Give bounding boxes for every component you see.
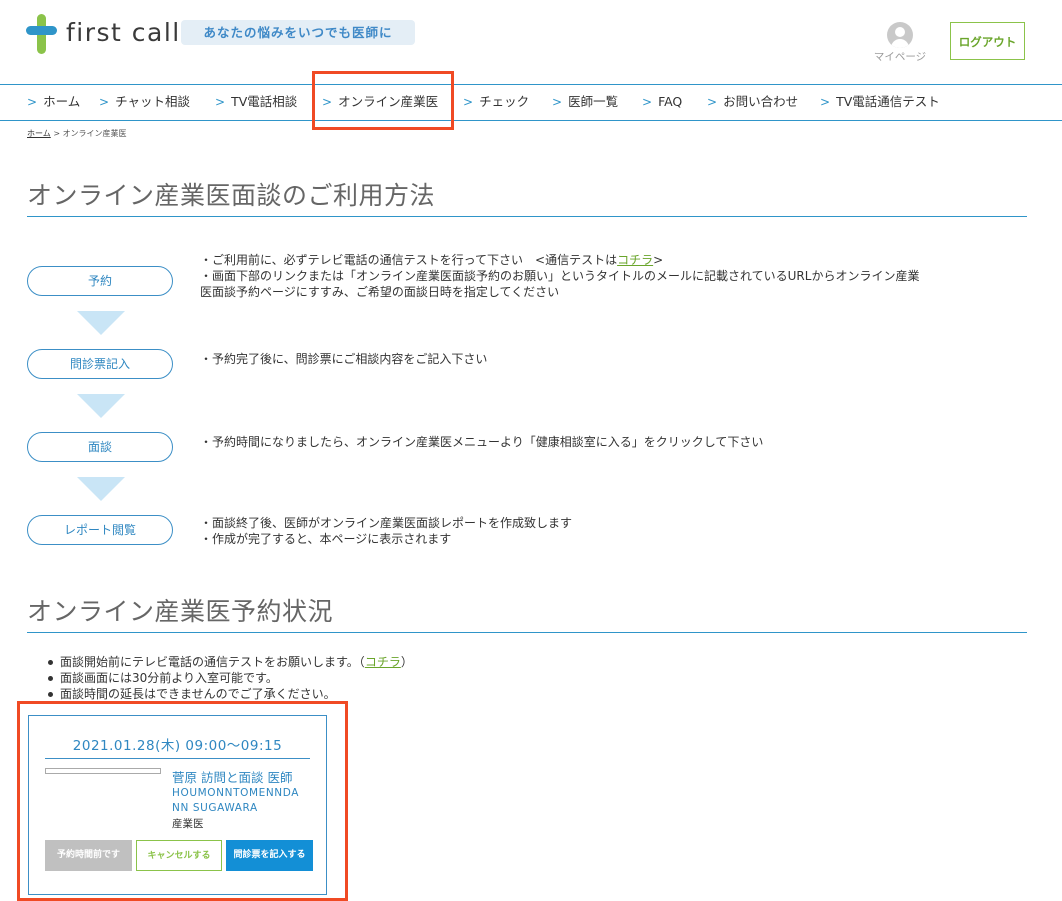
logo-icon[interactable] <box>26 14 58 54</box>
nav-highlight-box <box>312 71 454 130</box>
chevron-right-icon: > <box>215 95 226 109</box>
step-desc-line: ・画面下部のリンクまたは「オンライン産業医面談予約のお願い」というタイトルのメー… <box>200 269 920 283</box>
step-desc-line: ・ご利用前に、必ずテレビ電話の通信テストを行って下さい <通信テストはコチラ> <box>200 252 960 268</box>
nav-item-check[interactable]: > チェック <box>463 92 529 112</box>
connection-test-link[interactable]: コチラ <box>617 253 653 267</box>
breadcrumb-separator: > <box>53 129 61 138</box>
breadcrumb-home-link[interactable]: ホーム <box>27 129 51 138</box>
nav-item-label: チェック <box>479 94 530 109</box>
step-arrow-down-icon <box>77 394 125 418</box>
nav-item-contact[interactable]: > お問い合わせ <box>707 92 798 112</box>
nav-item-label: FAQ <box>658 94 683 109</box>
logo-text[interactable]: first call <box>66 18 181 47</box>
step-interview-button[interactable]: 面談 <box>27 432 173 462</box>
reservations-section-title: オンライン産業医予約状況 <box>27 597 334 626</box>
step-arrow-down-icon <box>77 311 125 335</box>
reservations-section-divider <box>27 632 1027 633</box>
note-text: 面談画面には30分前より入室可能です。 <box>60 671 278 685</box>
tagline: あなたの悩みをいつでも医師に <box>181 20 415 45</box>
step-desc-text: ・ご利用前に、必ずテレビ電話の通信テストを行って下さい <通信テストは <box>200 253 618 267</box>
usage-section-title: オンライン産業医面談のご利用方法 <box>27 181 436 210</box>
nav-item-tv-test[interactable]: > TV電話通信テスト <box>820 92 940 112</box>
bullet-icon <box>48 692 53 697</box>
nav-top-divider <box>0 84 1062 85</box>
list-item: 面談時間の延長はできませんのでご了承ください。 <box>48 686 413 702</box>
chevron-right-icon: > <box>707 95 718 109</box>
step-desc-line: 医面談予約ページにすすみ、ご希望の面談日時を指定してください <box>200 285 560 299</box>
chevron-right-icon: > <box>463 95 474 109</box>
step-reserve-button[interactable]: 予約 <box>27 266 173 296</box>
nav-item-tv-consult[interactable]: > TV電話相談 <box>215 92 297 112</box>
step-reserve-description: ・ご利用前に、必ずテレビ電話の通信テストを行って下さい <通信テストはコチラ> … <box>200 252 960 300</box>
chevron-right-icon: > <box>552 95 563 109</box>
note-text: 面談時間の延長はできませんのでご了承ください。 <box>60 687 336 701</box>
nav-item-label: チャット相談 <box>115 94 190 109</box>
list-item: 面談開始前にテレビ電話の通信テストをお願いします。（コチラ） <box>48 654 413 670</box>
mypage-link[interactable]: マイページ <box>870 49 930 64</box>
step-desc-line: ・作成が完了すると、本ページに表示されます <box>200 532 452 546</box>
card-highlight-box <box>17 701 348 901</box>
nav-item-label: TV電話相談 <box>231 94 298 109</box>
step-questionnaire-description: ・予約完了後に、問診票にご相談内容をご記入下さい <box>200 352 488 366</box>
nav-item-label: TV電話通信テスト <box>836 94 940 109</box>
nav-item-faq[interactable]: > FAQ <box>642 92 682 112</box>
chevron-right-icon: > <box>642 95 653 109</box>
list-item: 面談画面には30分前より入室可能です。 <box>48 670 413 686</box>
chevron-right-icon: > <box>27 95 38 109</box>
nav-item-label: ホーム <box>43 94 81 109</box>
reservation-notes-list: 面談開始前にテレビ電話の通信テストをお願いします。（コチラ） 面談画面には30分… <box>48 654 413 702</box>
bullet-icon <box>48 660 53 665</box>
nav-item-doctor-list[interactable]: > 医師一覧 <box>552 92 618 112</box>
note-text: 面談開始前にテレビ電話の通信テストをお願いします。（ <box>60 655 365 669</box>
chevron-right-icon: > <box>820 95 831 109</box>
note-text: ） <box>400 655 413 669</box>
user-avatar-icon[interactable] <box>887 22 913 48</box>
nav-bottom-divider <box>0 120 1062 121</box>
step-desc-line: ・面談終了後、医師がオンライン産業医面談レポートを作成致します <box>200 516 573 530</box>
step-report-button[interactable]: レポート閲覧 <box>27 515 173 545</box>
bullet-icon <box>48 676 53 681</box>
step-desc-text: > <box>653 253 664 267</box>
usage-section-divider <box>27 216 1027 217</box>
connection-test-link[interactable]: コチラ <box>365 655 401 669</box>
nav-item-label: お問い合わせ <box>723 94 799 109</box>
step-arrow-down-icon <box>77 477 125 501</box>
breadcrumb: ホーム > オンライン産業医 <box>27 128 127 139</box>
nav-item-chat[interactable]: > チャット相談 <box>99 92 190 112</box>
step-questionnaire-button[interactable]: 問診票記入 <box>27 349 173 379</box>
breadcrumb-current: オンライン産業医 <box>62 129 127 138</box>
chevron-right-icon: > <box>99 95 110 109</box>
nav-item-label: 医師一覧 <box>568 94 619 109</box>
logout-button[interactable]: ログアウト <box>950 22 1025 60</box>
nav-item-home[interactable]: > ホーム <box>27 92 80 112</box>
step-interview-description: ・予約時間になりましたら、オンライン産業医メニューより「健康相談室に入る」をクリ… <box>200 435 764 449</box>
step-report-description: ・面談終了後、医師がオンライン産業医面談レポートを作成致します ・作成が完了する… <box>200 515 960 547</box>
